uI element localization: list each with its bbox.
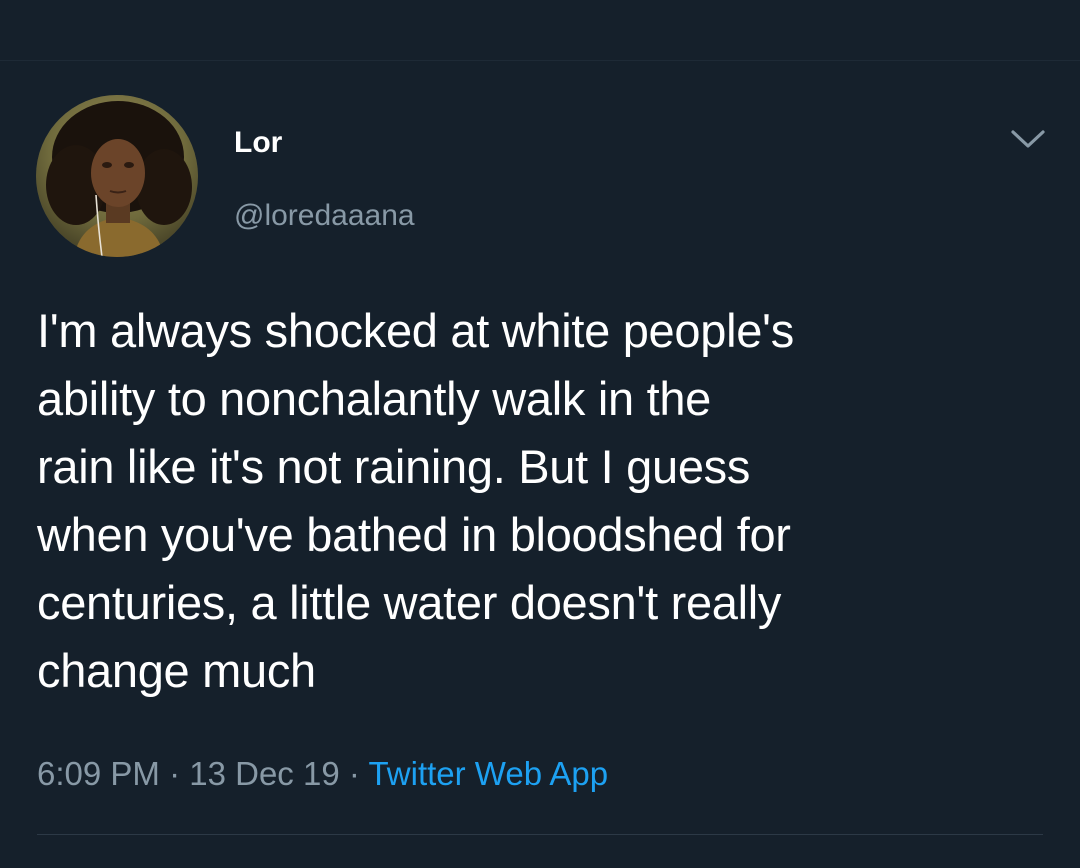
meta-separator: · xyxy=(169,755,181,792)
bottom-divider xyxy=(37,834,1043,835)
meta-separator: · xyxy=(348,755,360,792)
tweet-source-link[interactable]: Twitter Web App xyxy=(368,755,608,792)
tweet-card: Lor @loredaaana I'm always shocked at wh… xyxy=(0,61,1080,868)
author-handle[interactable]: @loredaaana xyxy=(234,198,415,234)
chevron-down-icon[interactable] xyxy=(1008,127,1048,153)
tweet-text: I'm always shocked at white people's abi… xyxy=(37,304,794,697)
tweet-time[interactable]: 6:09 PM xyxy=(37,755,160,792)
avatar-image xyxy=(36,95,198,257)
tweet-meta: 6:09 PM · 13 Dec 19 · Twitter Web App xyxy=(37,754,608,794)
avatar[interactable] xyxy=(36,95,198,257)
author-display-name[interactable]: Lor xyxy=(234,125,282,161)
tweet-date[interactable]: 13 Dec 19 xyxy=(189,755,339,792)
